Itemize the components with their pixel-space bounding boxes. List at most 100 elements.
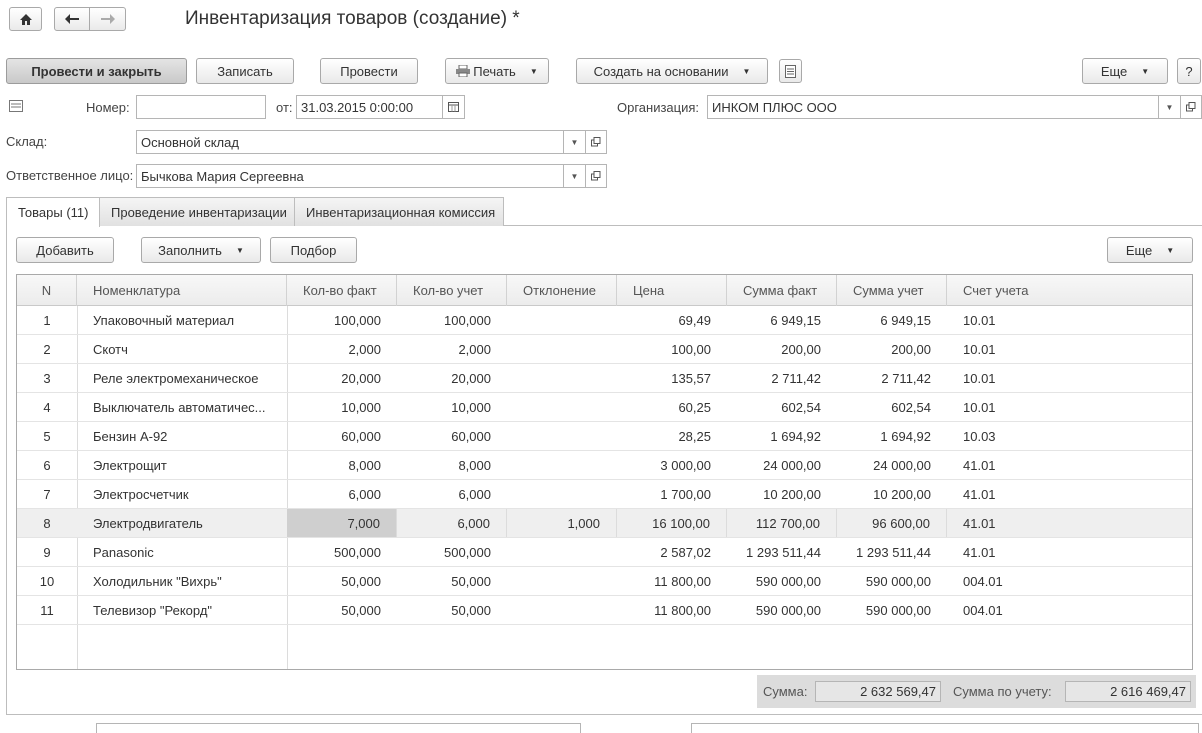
- cell-qty-fact[interactable]: 50,000: [287, 567, 397, 595]
- table-more-button[interactable]: Еще ▼: [1107, 237, 1193, 263]
- cell-sum-fact[interactable]: 602,54: [727, 393, 837, 421]
- post-and-close-button[interactable]: Провести и закрыть: [6, 58, 187, 84]
- cell-account[interactable]: 10.01: [947, 306, 1192, 334]
- table-row[interactable]: 3 Реле электромеханическое 20,000 20,000 135…: [17, 364, 1192, 393]
- cell-qty-acc[interactable]: 20,000: [397, 364, 507, 392]
- cell-nomenclature[interactable]: Электрощит: [77, 451, 287, 479]
- cell-nomenclature[interactable]: Электродвигатель: [77, 509, 287, 537]
- cell-sum-acc[interactable]: 6 949,15: [837, 306, 947, 334]
- cell-n[interactable]: 9: [17, 538, 77, 566]
- date-field[interactable]: 31.03.2015 0:00:00: [296, 95, 443, 119]
- cell-qty-fact[interactable]: 500,000: [287, 538, 397, 566]
- organization-field[interactable]: ИНКОМ ПЛЮС ООО: [707, 95, 1159, 119]
- table-row[interactable]: 5 Бензин А-92 60,000 60,000 28,25 1 694,92 1 6…: [17, 422, 1192, 451]
- responsible-bottom-field[interactable]: [691, 723, 1199, 733]
- goods-table[interactable]: N Номенклатура Кол-во факт Кол-во учет Откло…: [16, 274, 1193, 670]
- cell-sum-acc[interactable]: 200,00: [837, 335, 947, 363]
- table-row[interactable]: 8 Электродвигатель 7,000 6,000 1,000 16 100,0…: [17, 509, 1192, 538]
- cell-qty-fact[interactable]: 100,000: [287, 306, 397, 334]
- cell-nomenclature[interactable]: Скотч: [77, 335, 287, 363]
- help-button[interactable]: ?: [1177, 58, 1201, 84]
- cell-nomenclature[interactable]: Холодильник "Вихрь": [77, 567, 287, 595]
- table-row[interactable]: 2 Скотч 2,000 2,000 100,00 200,00 200,00 10.01: [17, 335, 1192, 364]
- print-button[interactable]: Печать ▼: [445, 58, 549, 84]
- header-col-qty-fact[interactable]: Кол-во факт: [287, 275, 397, 306]
- header-col-qty-acc[interactable]: Кол-во учет: [397, 275, 507, 306]
- cell-nomenclature[interactable]: Телевизор "Рекорд": [77, 596, 287, 624]
- cell-nomenclature[interactable]: Электросчетчик: [77, 480, 287, 508]
- cell-sum-fact[interactable]: 200,00: [727, 335, 837, 363]
- cell-sum-acc[interactable]: 602,54: [837, 393, 947, 421]
- cell-n[interactable]: 10: [17, 567, 77, 595]
- create-based-on-button[interactable]: Создать на основании ▼: [576, 58, 768, 84]
- table-row[interactable]: 6 Электрощит 8,000 8,000 3 000,00 24 000,00 24…: [17, 451, 1192, 480]
- tab-inventory-posting[interactable]: Проведение инвентаризации: [99, 197, 295, 226]
- cell-deviation[interactable]: [507, 306, 617, 334]
- cell-account[interactable]: 41.01: [947, 480, 1192, 508]
- cell-sum-acc[interactable]: 96 600,00: [837, 509, 947, 537]
- cell-qty-fact[interactable]: 7,000: [287, 509, 397, 537]
- cell-nomenclature[interactable]: Упаковочный материал: [77, 306, 287, 334]
- cell-n[interactable]: 8: [17, 509, 77, 537]
- cell-price[interactable]: 11 800,00: [617, 596, 727, 624]
- organization-dropdown[interactable]: ▼: [1159, 95, 1181, 119]
- cell-sum-fact[interactable]: 112 700,00: [727, 509, 837, 537]
- cell-qty-fact[interactable]: 10,000: [287, 393, 397, 421]
- cell-qty-fact[interactable]: 50,000: [287, 596, 397, 624]
- cell-price[interactable]: 2 587,02: [617, 538, 727, 566]
- cell-sum-fact[interactable]: 590 000,00: [727, 567, 837, 595]
- cell-sum-fact[interactable]: 2 711,42: [727, 364, 837, 392]
- cell-price[interactable]: 69,49: [617, 306, 727, 334]
- tab-goods[interactable]: Товары (11): [6, 197, 100, 227]
- cell-account[interactable]: 004.01: [947, 596, 1192, 624]
- cell-nomenclature[interactable]: Реле электромеханическое: [77, 364, 287, 392]
- cell-account[interactable]: 10.03: [947, 422, 1192, 450]
- cell-deviation[interactable]: [507, 364, 617, 392]
- cell-account[interactable]: 10.01: [947, 364, 1192, 392]
- select-button[interactable]: Подбор: [270, 237, 357, 263]
- cell-deviation[interactable]: [507, 596, 617, 624]
- cell-qty-acc[interactable]: 6,000: [397, 509, 507, 537]
- cell-qty-fact[interactable]: 60,000: [287, 422, 397, 450]
- cell-qty-acc[interactable]: 2,000: [397, 335, 507, 363]
- cell-qty-acc[interactable]: 50,000: [397, 596, 507, 624]
- table-row[interactable]: 7 Электросчетчик 6,000 6,000 1 700,00 10 200,…: [17, 480, 1192, 509]
- cell-n[interactable]: 6: [17, 451, 77, 479]
- cell-price[interactable]: 11 800,00: [617, 567, 727, 595]
- cell-n[interactable]: 4: [17, 393, 77, 421]
- cell-n[interactable]: 5: [17, 422, 77, 450]
- header-col-sum-acc[interactable]: Сумма учет: [837, 275, 947, 306]
- cell-price[interactable]: 16 100,00: [617, 509, 727, 537]
- more-button[interactable]: Еще ▼: [1082, 58, 1168, 84]
- header-col-account[interactable]: Счет учета: [947, 275, 1192, 306]
- cell-qty-fact[interactable]: 20,000: [287, 364, 397, 392]
- responsible-field[interactable]: Бычкова Мария Сергеевна: [136, 164, 564, 188]
- cell-price[interactable]: 135,57: [617, 364, 727, 392]
- add-button[interactable]: Добавить: [16, 237, 114, 263]
- cell-price[interactable]: 100,00: [617, 335, 727, 363]
- list-icon[interactable]: [9, 100, 23, 115]
- cell-sum-acc[interactable]: 10 200,00: [837, 480, 947, 508]
- cell-account[interactable]: 41.01: [947, 538, 1192, 566]
- cell-price[interactable]: 1 700,00: [617, 480, 727, 508]
- cell-sum-fact[interactable]: 1 293 511,44: [727, 538, 837, 566]
- cell-qty-fact[interactable]: 2,000: [287, 335, 397, 363]
- fill-button[interactable]: Заполнить ▼: [141, 237, 261, 263]
- cell-n[interactable]: 1: [17, 306, 77, 334]
- table-row[interactable]: 10 Холодильник "Вихрь" 50,000 50,000 11 800,…: [17, 567, 1192, 596]
- cell-qty-fact[interactable]: 6,000: [287, 480, 397, 508]
- cell-qty-acc[interactable]: 6,000: [397, 480, 507, 508]
- cell-nomenclature[interactable]: Бензин А-92: [77, 422, 287, 450]
- cell-sum-acc[interactable]: 590 000,00: [837, 567, 947, 595]
- cell-qty-acc[interactable]: 100,000: [397, 306, 507, 334]
- table-row[interactable]: 4 Выключатель автоматичес... 10,000 10,000 6…: [17, 393, 1192, 422]
- cell-deviation[interactable]: [507, 567, 617, 595]
- cell-sum-acc[interactable]: 1 694,92: [837, 422, 947, 450]
- cell-nomenclature[interactable]: Panasonic: [77, 538, 287, 566]
- cell-qty-acc[interactable]: 50,000: [397, 567, 507, 595]
- header-col-sum-fact[interactable]: Сумма факт: [727, 275, 837, 306]
- cell-qty-acc[interactable]: 10,000: [397, 393, 507, 421]
- cell-sum-fact[interactable]: 1 694,92: [727, 422, 837, 450]
- cell-account[interactable]: 004.01: [947, 567, 1192, 595]
- cell-deviation[interactable]: [507, 422, 617, 450]
